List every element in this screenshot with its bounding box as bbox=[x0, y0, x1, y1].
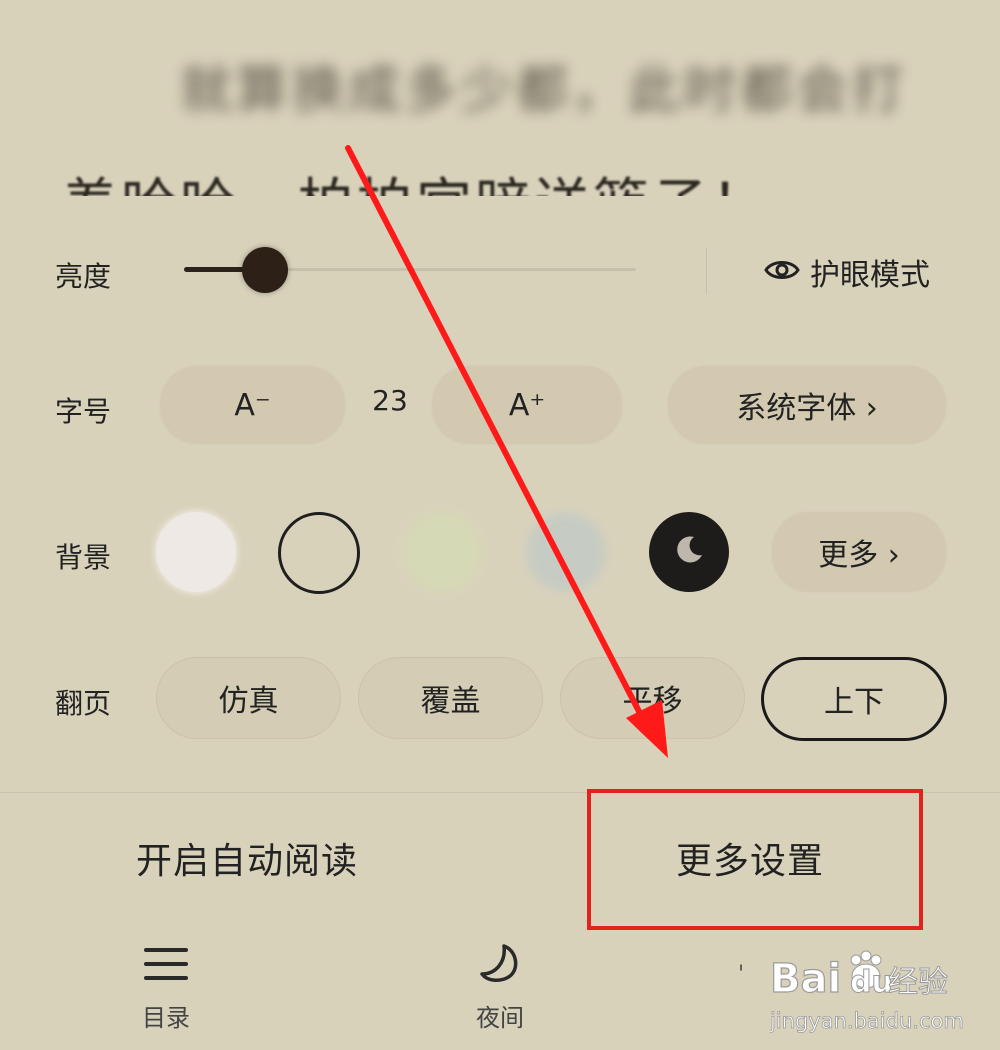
background-option-blue[interactable] bbox=[526, 512, 606, 592]
background-label: 背景 bbox=[55, 541, 112, 574]
more-backgrounds-button[interactable]: 更多 › bbox=[772, 512, 946, 592]
nav-night[interactable]: 夜间 bbox=[460, 944, 540, 1033]
reader-text-line-1: 就算换成多少都，此时都会打 bbox=[180, 61, 909, 121]
eye-mode-label: 护眼模式 bbox=[810, 258, 930, 293]
page-turn-simulation[interactable]: 仿真 bbox=[156, 657, 341, 739]
watermark-jingyan: 经验 bbox=[888, 965, 948, 1000]
watermark-url: jingyan.baidu.com bbox=[770, 1009, 964, 1033]
moon-icon bbox=[670, 531, 708, 573]
page-turn-scroll[interactable]: 上下 bbox=[761, 657, 947, 741]
eye-mode-button[interactable]: 护眼模式 bbox=[764, 250, 930, 294]
auto-read-button[interactable]: 开启自动阅读 bbox=[136, 832, 358, 884]
font-family-label: 系统字体 › bbox=[736, 391, 878, 426]
nav-toc[interactable]: 目录 bbox=[130, 944, 202, 1033]
eye-icon bbox=[764, 255, 800, 290]
nav-toc-label: 目录 bbox=[142, 1004, 190, 1032]
watermark-brand-2: du bbox=[850, 965, 893, 1000]
brightness-label: 亮度 bbox=[55, 260, 112, 293]
font-size-value: 23 bbox=[372, 384, 408, 417]
background-option-white[interactable] bbox=[156, 512, 236, 592]
divider bbox=[706, 248, 707, 294]
font-family-button[interactable]: 系统字体 › bbox=[668, 366, 946, 444]
watermark-brand: Bai bbox=[770, 956, 841, 1002]
background-option-green[interactable] bbox=[402, 512, 482, 592]
reader-text-line-2: 羞哈哈，柏柏宫暗送篮子！ bbox=[62, 173, 770, 220]
background-option-dark[interactable] bbox=[649, 512, 729, 592]
font-increase-label: A⁺ bbox=[508, 387, 546, 423]
menu-icon bbox=[142, 944, 190, 988]
background-option-outline[interactable] bbox=[278, 512, 360, 594]
page-turn-cover[interactable]: 覆盖 bbox=[358, 657, 543, 739]
more-backgrounds-label: 更多 › bbox=[818, 538, 900, 573]
page-turn-label: 翻页 bbox=[55, 687, 112, 720]
font-increase-button[interactable]: A⁺ bbox=[432, 366, 622, 444]
font-decrease-label: A⁻ bbox=[234, 387, 271, 423]
page-turn-slide[interactable]: 平移 bbox=[560, 657, 745, 739]
baidu-watermark: Bai du 经验 jingyan.baidu.com bbox=[769, 948, 970, 1038]
nav-partial-item: ' bbox=[738, 962, 745, 987]
annotation-highlight-box bbox=[587, 789, 923, 930]
moon-icon bbox=[476, 944, 524, 988]
nav-night-label: 夜间 bbox=[476, 1004, 524, 1032]
font-size-label: 字号 bbox=[55, 395, 112, 428]
font-decrease-button[interactable]: A⁻ bbox=[160, 366, 345, 444]
